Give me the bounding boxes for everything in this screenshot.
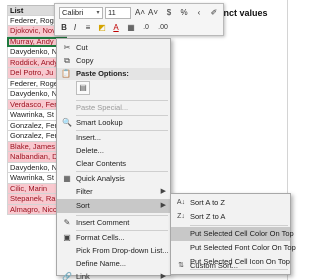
paste-options-label: Paste Options: bbox=[76, 69, 129, 78]
submenu-item-cell-color-on-top[interactable]: Put Selected Cell Color On Top bbox=[171, 227, 294, 241]
submenu-item-label: Put Selected Cell Color On Top bbox=[190, 229, 294, 238]
currency-button[interactable]: $ bbox=[163, 7, 175, 19]
menu-item-link[interactable]: 🔗 Link ▶ bbox=[57, 271, 170, 280]
menu-separator bbox=[76, 115, 168, 116]
increase-decimal-button[interactable]: .0 bbox=[139, 22, 153, 34]
chevron-right-icon: ▶ bbox=[160, 202, 166, 209]
menu-item-label: Insert... bbox=[76, 133, 102, 142]
comma-style-button[interactable]: ‹ bbox=[193, 7, 205, 19]
font-color-button[interactable]: A bbox=[110, 22, 122, 34]
quick-analysis-icon: ▦ bbox=[63, 174, 71, 183]
submenu-item-sort-a-z[interactable]: A↓ Sort A to Z bbox=[171, 196, 290, 210]
sort-ascending-icon: A↓ bbox=[176, 199, 186, 206]
menu-item-label: Sort bbox=[76, 201, 90, 210]
menu-item-insert[interactable]: Insert... bbox=[57, 132, 170, 144]
paste-icon: 📋 bbox=[61, 69, 71, 78]
menu-item-pick-dropdown[interactable]: Pick From Drop-down List... bbox=[57, 245, 170, 257]
menu-separator bbox=[76, 100, 168, 101]
fill-color-button[interactable]: ◩ bbox=[96, 22, 108, 34]
menu-item-define-name[interactable]: Define Name... bbox=[57, 258, 170, 270]
paste-options-row: ▤ bbox=[57, 81, 170, 97]
menu-item-insert-comment[interactable]: ✎ Insert Comment bbox=[57, 217, 170, 229]
decrease-decimal-button[interactable]: .00 bbox=[155, 22, 171, 34]
menu-separator bbox=[76, 130, 168, 131]
font-name-box[interactable]: Calibri ▾ bbox=[59, 7, 103, 19]
submenu-item-custom-sort[interactable]: ⇅ Custom Sort... bbox=[171, 259, 290, 273]
submenu-item-font-color-on-top[interactable]: Put Selected Font Color On Top bbox=[171, 241, 296, 255]
menu-separator bbox=[76, 171, 168, 172]
menu-item-cut[interactable]: ✂ Cut bbox=[57, 42, 170, 54]
bold-button[interactable]: B bbox=[59, 22, 69, 34]
submenu-item-sort-z-a[interactable]: Z↓ Sort Z to A bbox=[171, 210, 290, 224]
percent-button[interactable]: % bbox=[178, 7, 190, 19]
submenu-item-label: Put Selected Font Color On Top bbox=[190, 243, 296, 252]
mini-toolbar: Calibri ▾ 11 A˄ A˅ $ % ‹ ✐ B I ≡ ◩ A ▦ .… bbox=[54, 3, 224, 36]
distinct-values-header[interactable]: inct values bbox=[221, 8, 268, 18]
menu-item-label: Smart Lookup bbox=[76, 118, 123, 127]
menu-item-quick-analysis[interactable]: ▦ Quick Analysis bbox=[57, 173, 170, 185]
submenu-item-label: Custom Sort... bbox=[190, 261, 238, 270]
borders-button[interactable]: ▦ bbox=[125, 22, 137, 34]
font-size-box[interactable]: 11 bbox=[105, 7, 131, 19]
menu-item-label: Delete... bbox=[76, 146, 104, 155]
submenu-item-label: Sort Z to A bbox=[190, 212, 226, 221]
chevron-right-icon: ▶ bbox=[160, 273, 166, 280]
paste-clipboard-icon[interactable]: ▤ bbox=[76, 81, 90, 95]
menu-item-label: Define Name... bbox=[76, 259, 127, 268]
format-painter-icon[interactable]: ✐ bbox=[207, 7, 221, 19]
menu-item-copy[interactable]: ⧉ Copy bbox=[57, 55, 170, 67]
menu-item-clear-contents[interactable]: Clear Contents bbox=[57, 158, 170, 170]
menu-item-label: Cut bbox=[76, 43, 88, 52]
context-menu: ✂ Cut ⧉ Copy 📋 Paste Options: ▤ Paste Sp… bbox=[56, 38, 171, 280]
chevron-down-icon[interactable]: ▾ bbox=[94, 8, 102, 18]
menu-item-label: Copy bbox=[76, 56, 94, 65]
format-cells-icon: ▣ bbox=[63, 233, 71, 242]
copy-icon: ⧉ bbox=[64, 56, 70, 65]
menu-item-label: Format Cells... bbox=[76, 233, 125, 242]
shrink-font-button[interactable]: A˅ bbox=[147, 7, 159, 19]
menu-item-label: Insert Comment bbox=[76, 218, 130, 227]
link-icon: 🔗 bbox=[62, 272, 72, 280]
menu-item-label: Quick Analysis bbox=[76, 174, 125, 183]
menu-item-label: Pick From Drop-down List... bbox=[76, 246, 169, 255]
grow-font-button[interactable]: A˄ bbox=[134, 7, 146, 19]
menu-item-filter[interactable]: Filter ▶ bbox=[57, 186, 170, 198]
sort-descending-icon: Z↓ bbox=[177, 213, 185, 220]
font-name: Calibri bbox=[62, 8, 84, 17]
menu-item-format-cells[interactable]: ▣ Format Cells... bbox=[57, 232, 170, 244]
menu-separator bbox=[76, 230, 168, 231]
menu-item-label: Paste Special... bbox=[76, 103, 129, 112]
menu-item-label: Clear Contents bbox=[76, 159, 127, 168]
paste-options-heading: 📋 Paste Options: bbox=[57, 68, 170, 80]
font-size: 11 bbox=[108, 8, 116, 17]
menu-item-delete[interactable]: Delete... bbox=[57, 145, 170, 157]
menu-item-label: Link bbox=[76, 272, 90, 280]
menu-item-label: Filter bbox=[76, 187, 93, 196]
menu-separator bbox=[190, 225, 288, 226]
italic-button[interactable]: I bbox=[70, 22, 80, 34]
align-button[interactable]: ≡ bbox=[82, 22, 94, 34]
menu-item-smart-lookup[interactable]: 🔍 Smart Lookup bbox=[57, 117, 170, 129]
menu-separator bbox=[76, 215, 168, 216]
menu-item-sort[interactable]: Sort ▶ bbox=[57, 199, 170, 213]
comment-icon: ✎ bbox=[63, 218, 71, 227]
chevron-right-icon: ▶ bbox=[160, 188, 166, 195]
scissors-icon: ✂ bbox=[63, 43, 71, 52]
search-icon: 🔍 bbox=[62, 118, 72, 127]
custom-sort-icon: ⇅ bbox=[178, 262, 184, 269]
menu-item-paste-special[interactable]: Paste Special... bbox=[57, 102, 170, 114]
submenu-item-label: Sort A to Z bbox=[190, 198, 226, 207]
